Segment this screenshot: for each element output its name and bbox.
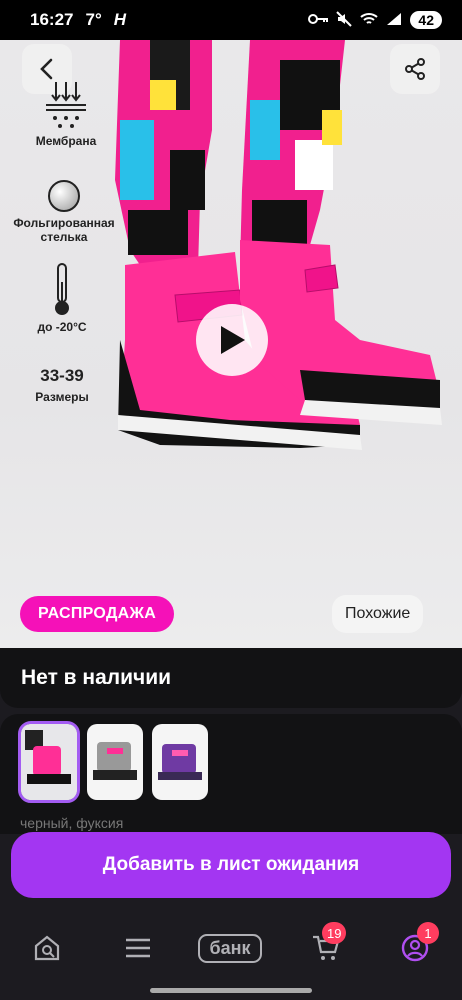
- nav-home-search[interactable]: [25, 928, 69, 968]
- color-variant-thumb[interactable]: [152, 724, 208, 800]
- mute-icon: [336, 10, 353, 30]
- clock: 16:27: [30, 10, 74, 29]
- foil-insole-icon: [48, 180, 80, 212]
- sale-badge: РАСПРОДАЖА: [20, 596, 175, 632]
- color-variant-thumb[interactable]: [18, 721, 80, 803]
- color-variants: черный, фуксия: [0, 714, 462, 834]
- home-search-icon: [34, 935, 60, 961]
- availability-status: Нет в наличии: [21, 666, 172, 689]
- wifi-icon: [360, 12, 379, 29]
- add-to-waitlist-button[interactable]: Добавить в лист ожидания: [11, 832, 451, 898]
- membrane-icon: [46, 82, 86, 128]
- color-name: черный, фуксия: [20, 815, 124, 831]
- nav-catalog[interactable]: [116, 928, 160, 968]
- color-variant-thumb[interactable]: [87, 724, 143, 800]
- app-notification-icon: H: [113, 10, 127, 29]
- weather-temp: 7°: [85, 10, 102, 29]
- bank-icon: банк: [198, 933, 262, 963]
- key-icon: [308, 12, 329, 28]
- menu-icon: [126, 938, 150, 958]
- similar-button[interactable]: Похожие: [332, 595, 424, 633]
- nav-cart[interactable]: 19: [304, 922, 348, 968]
- sizes-value: 33-39: [40, 366, 84, 385]
- feature-sizes: 33-39 Размеры: [22, 366, 102, 405]
- feature-temperature-label: до -20°С: [37, 320, 87, 334]
- feature-insole: Фольгированная стелька: [8, 180, 120, 245]
- play-icon: [221, 326, 245, 354]
- product-hero-image[interactable]: Мембрана Фольгированная стелька до -20°С…: [0, 40, 462, 648]
- feature-temperature: до -20°С: [22, 262, 102, 334]
- share-icon: [405, 58, 425, 80]
- thermometer-icon: [55, 263, 69, 315]
- home-indicator[interactable]: [150, 988, 312, 993]
- bottom-navigation: банк 19 1: [0, 910, 462, 1000]
- feature-membrane-label: Мембрана: [35, 134, 97, 148]
- status-bar: 16:27 7° H 42: [0, 0, 462, 40]
- feature-insole-label: Фольгированная стелька: [13, 216, 115, 245]
- signal-icon: [386, 12, 402, 29]
- availability-section: Нет в наличии: [0, 648, 462, 708]
- cart-count-badge: 19: [322, 922, 347, 944]
- profile-notification-badge: 1: [417, 922, 439, 944]
- sizes-label: Размеры: [35, 390, 89, 405]
- chevron-left-icon: [40, 58, 53, 80]
- battery-indicator: 42: [410, 11, 442, 29]
- nav-bank[interactable]: банк: [196, 928, 264, 968]
- feature-membrane: Мембрана: [26, 80, 106, 148]
- play-video-button[interactable]: [196, 304, 268, 376]
- share-button[interactable]: [390, 44, 440, 94]
- bank-label: банк: [209, 937, 251, 958]
- nav-profile[interactable]: 1: [393, 922, 439, 968]
